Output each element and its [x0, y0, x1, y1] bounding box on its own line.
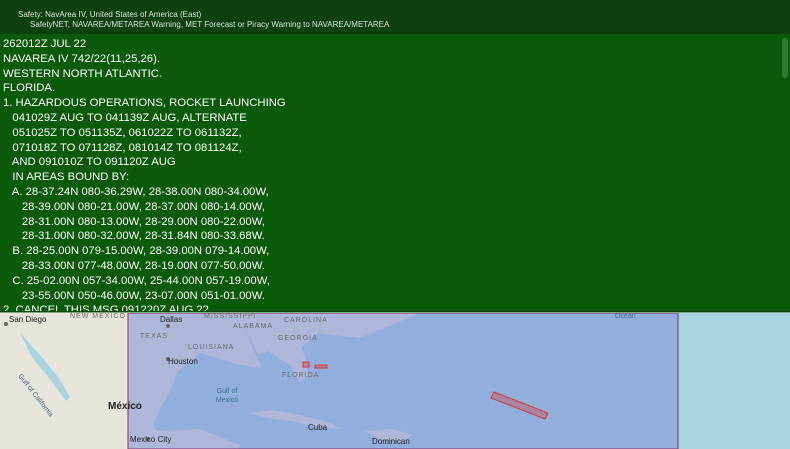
label-ocean: Ocean — [615, 313, 636, 320]
label-texas: TEXAS — [140, 333, 168, 340]
label-gulf-of-mexico: Gulf of Mexico — [215, 388, 239, 404]
label-dallas: Dallas — [160, 315, 183, 324]
label-mexico: México — [108, 401, 142, 412]
header-subtitle: SafetyNET, NAVAREA/METAREA Warning, MET … — [30, 20, 390, 29]
label-mexico-city: Mexico City — [130, 435, 172, 444]
dallas-marker — [166, 324, 170, 328]
window-header: Safety: NavArea IV, United States of Ame… — [0, 0, 790, 35]
message-text: 262012Z JUL 22 NAVAREA IV 742/22(11,25,2… — [3, 38, 286, 311]
navarea-overlay — [127, 313, 679, 449]
label-alabama: ALABAMA — [233, 323, 274, 330]
header-title: Safety: NavArea IV, United States of Ame… — [18, 10, 202, 19]
label-mississippi: MISSISSIPPI — [204, 313, 257, 320]
label-houston: Houston — [168, 357, 198, 366]
label-new-mexico: NEW MEXICO — [70, 313, 126, 320]
warning-area-a — [302, 361, 310, 368]
map-view[interactable]: San Diego NEW MEXICO Dallas MISSISSIPPI … — [0, 312, 790, 449]
label-georgia: GEORGIA — [278, 335, 318, 342]
san-diego-marker — [4, 322, 8, 326]
message-scrollbar[interactable] — [782, 38, 788, 78]
label-louisiana: LOUISIANA — [188, 344, 235, 351]
label-florida: FLORIDA — [282, 372, 320, 379]
warning-area-b — [314, 364, 328, 369]
label-dominican: Dominican — [372, 437, 410, 446]
label-san-diego: San Diego — [9, 315, 47, 324]
label-carolina: CAROLINA — [284, 317, 328, 324]
label-cuba: Cuba — [308, 423, 328, 432]
message-panel[interactable]: 262012Z JUL 22 NAVAREA IV 742/22(11,25,2… — [0, 34, 790, 311]
map-canvas — [0, 313, 790, 449]
